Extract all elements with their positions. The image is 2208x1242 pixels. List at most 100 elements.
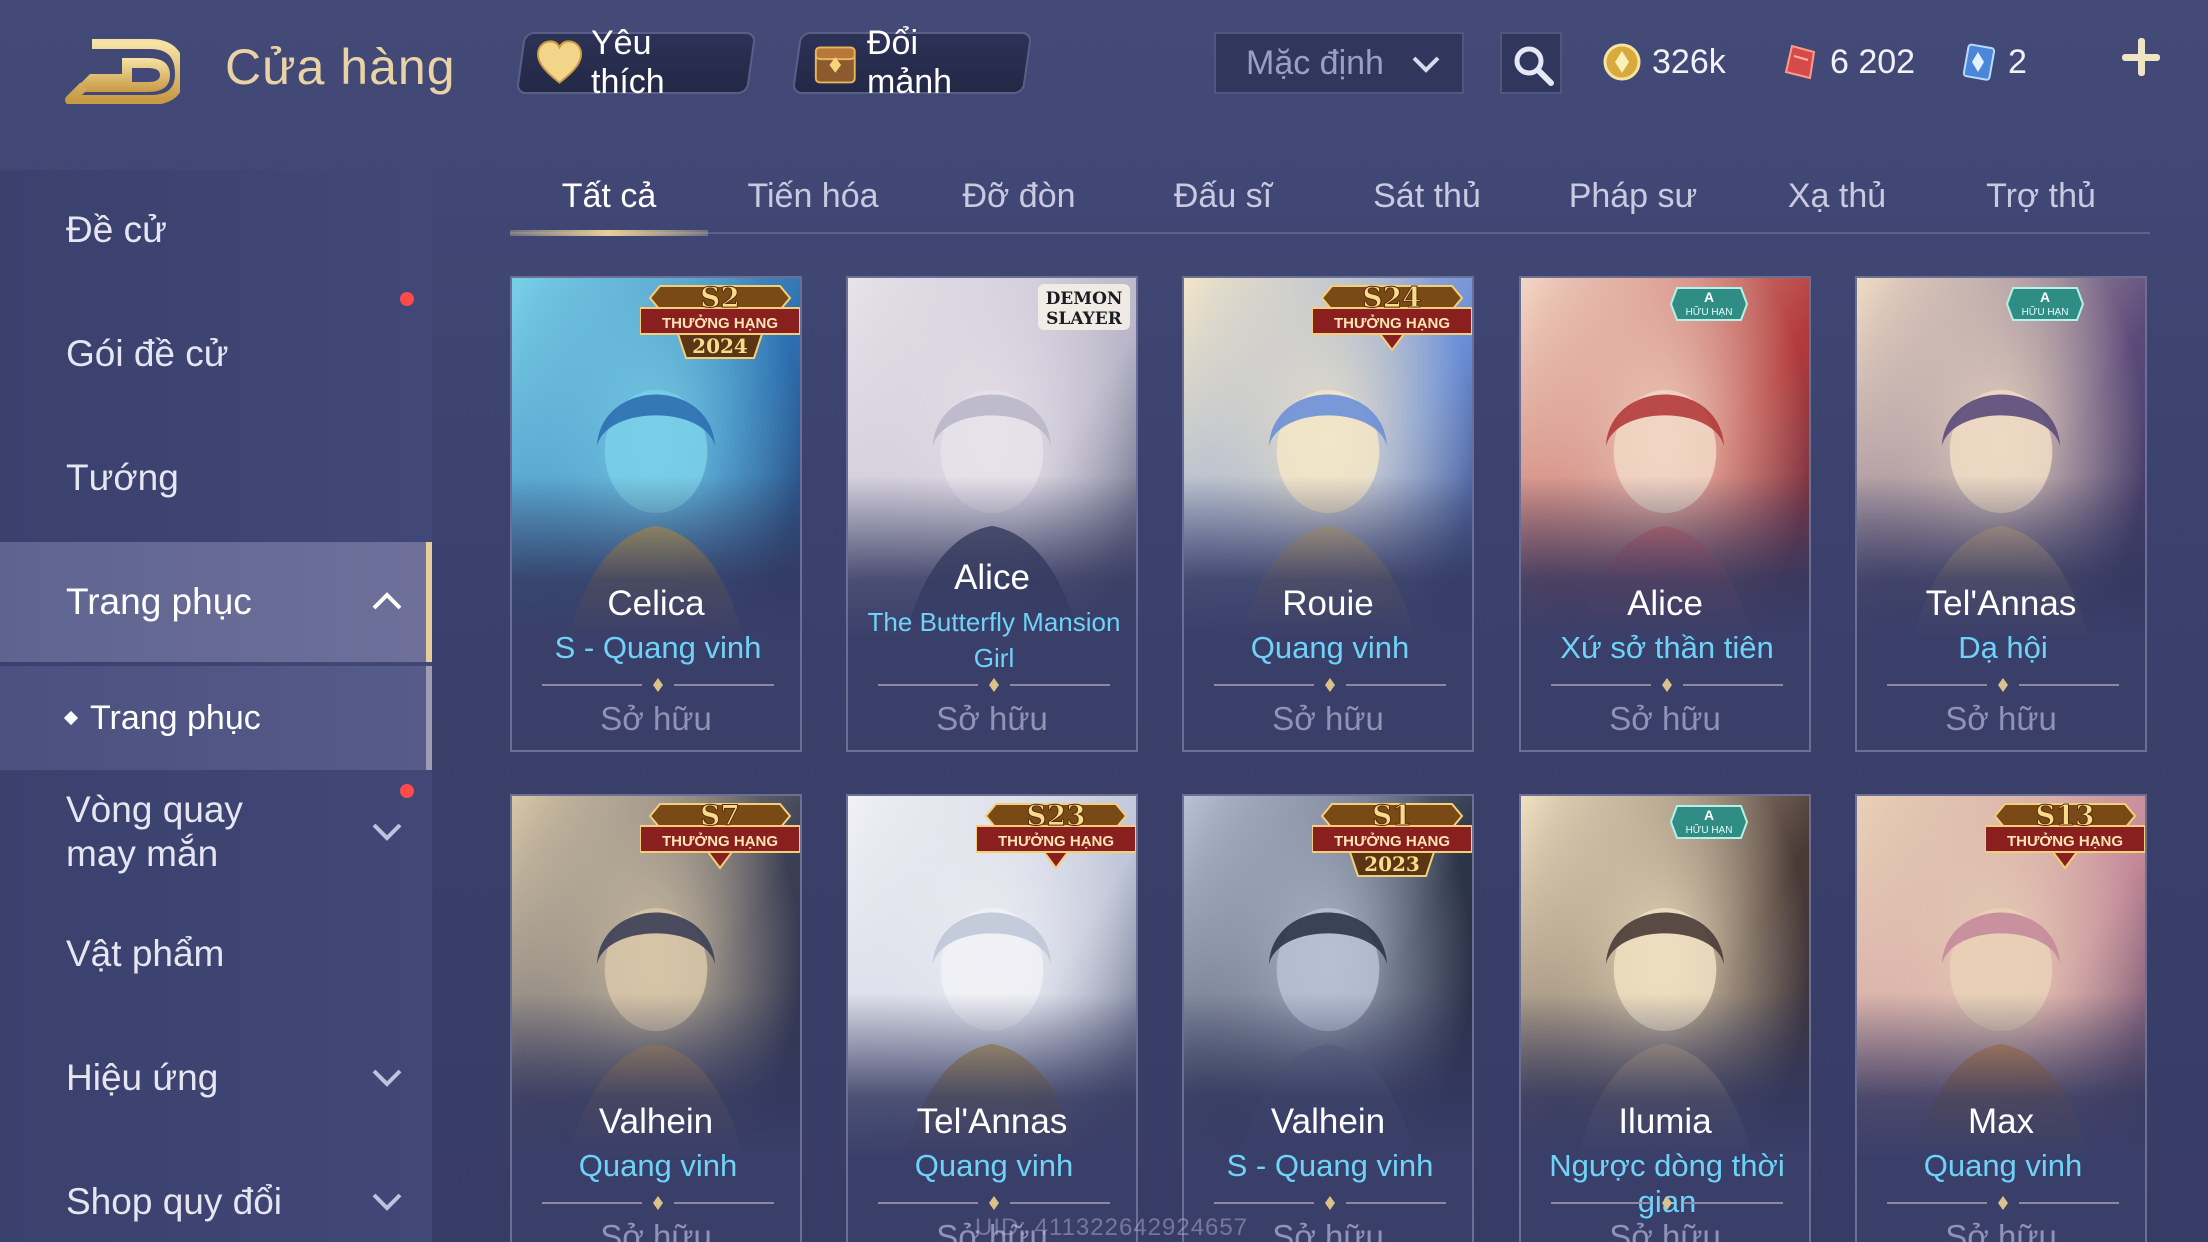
limited-badge: AHỮU HẠN (2005, 287, 2085, 321)
chevron-down-icon (372, 1069, 402, 1087)
hero-name: Rouie (1282, 584, 1374, 623)
sidebar-item-exchange-shop[interactable]: Shop quy đổi (0, 1142, 432, 1242)
collab-logo: DEMONSLAYER (1038, 284, 1130, 330)
search-button[interactable] (1500, 32, 1562, 94)
skin-name: Quang vinh (1250, 630, 1410, 665)
skin-name: Xứ sở thần tiên (1560, 630, 1774, 665)
tab-evolution[interactable]: Tiến hóa (714, 160, 912, 232)
chevron-down-icon (372, 1193, 402, 1211)
hero-name: Alice (954, 558, 1030, 597)
tab-all[interactable]: Tất cả (510, 160, 708, 236)
rank-reward-label: THƯỞNG HẠNG (662, 314, 778, 332)
sidebar-item-items[interactable]: Vật phẩm (0, 894, 432, 1014)
sidebar-item-lucky-wheel[interactable]: Vòng quay may mắn (0, 772, 432, 892)
limited-label: HỮU HẠN (1686, 823, 1733, 836)
sort-selected-value: Mặc định (1246, 43, 1384, 82)
gem-balance: 2 (1958, 38, 2027, 86)
skin-card[interactable]: S7 THƯỞNG HẠNG Valhein Quang vinh Sở hữu (510, 794, 802, 1242)
limited-label: HỮU HẠN (1686, 305, 1733, 318)
skin-card[interactable]: S23 THƯỞNG HẠNG Tel'Annas Quang vinh Sở hữu (846, 794, 1138, 1242)
tab-assassin[interactable]: Sát thủ (1328, 160, 1526, 232)
ornament-divider (1887, 678, 2119, 692)
owned-status: Sở hữu (1945, 700, 2057, 737)
skin-card[interactable]: DEMON SLAYER Alice The Butterfly Mansion Gi… (846, 276, 1138, 752)
category-tabs: Tất cả Tiến hóa Đỡ đòn Đấu sĩ Sát thủ Ph… (510, 160, 2150, 236)
sidebar-item-label: Đề cử (66, 209, 167, 250)
notification-dot (400, 292, 414, 306)
chevron-up-icon (372, 592, 402, 610)
season-rank-badge: S1THƯỞNG HẠNG 2023 (1312, 799, 1472, 877)
limited-grade-label: A (2040, 289, 2050, 305)
gold-coin-icon (1603, 43, 1641, 81)
fragment-chest-icon (814, 46, 856, 84)
bullet-icon (63, 710, 79, 726)
rank-reward-label: THƯỞNG HẠNG (1334, 832, 1450, 850)
skin-name: The Butterfly Mansion Girl (867, 607, 1121, 673)
ornament-divider (1214, 1196, 1446, 1210)
exchange-fragments-button[interactable]: Đổi mảnh (791, 24, 1033, 101)
skin-card[interactable]: AHỮU HẠNIlumiaNgược dòng thời gianSở hữu (1519, 794, 1811, 1242)
hero-name: Valhein (1270, 1102, 1386, 1141)
limited-label: HỮU HẠN (2022, 305, 2069, 318)
skin-card[interactable]: A HỮU HẠN Alice Xứ sở thần tiên Sở hữu (1519, 276, 1811, 752)
owned-status: Sở hữu (1272, 700, 1384, 737)
skin-name: S - Quang vinh (554, 630, 762, 665)
sidebar-subitem-label: Trang phục (90, 698, 261, 737)
skin-name: Dạ hội (1958, 630, 2048, 665)
hero-name: Tel'Annas (1925, 584, 2077, 623)
favorites-button[interactable]: Yêu thích (515, 24, 757, 101)
limited-grade-label: A (1704, 807, 1714, 823)
heart-icon (536, 40, 583, 84)
favorites-label: Yêu thích (591, 24, 665, 101)
sidebar-item-label: Tướng (66, 457, 179, 498)
skin-card[interactable]: S13 THƯỞNG HẠNG Max Quang vinh Sở hữu (1855, 794, 2147, 1242)
tab-fighter[interactable]: Đấu sĩ (1124, 160, 1322, 232)
add-currency-button[interactable] (2118, 34, 2164, 80)
gem-amount: 2 (2008, 42, 2027, 81)
gem-card-icon (1962, 43, 1996, 81)
skin-card[interactable]: A HỮU HẠN Tel'Annas Dạ hội Sở hữu (1855, 276, 2147, 752)
skin-card[interactable]: S24 THƯỞNG HẠNG Rouie Quang vinh Sở hữu (1182, 276, 1474, 752)
hero-name: Tel'Annas (916, 1102, 1068, 1141)
sidebar-item-featured-bundles[interactable]: Gói đề cử (0, 292, 432, 414)
skin-grid: S2 THƯỞNG HẠNG 2024 Celica S - Quang vinh Sở … (510, 276, 2150, 1242)
back-arrow-icon (65, 39, 185, 105)
tab-marksman[interactable]: Xạ thủ (1738, 160, 1936, 232)
sort-dropdown[interactable]: Mặc định (1214, 32, 1464, 94)
tab-mage[interactable]: Pháp sư (1534, 160, 1732, 232)
gold-balance: 326k (1602, 38, 1726, 86)
back-button[interactable] (62, 34, 185, 105)
skin-name: Quang vinh (914, 1148, 1074, 1183)
owned-status: Sở hữu (1945, 1218, 2057, 1242)
sidebar-item-skins[interactable]: Trang phục (0, 542, 432, 662)
hero-name: Max (1967, 1102, 2035, 1141)
sidebar-item-label: Trang phục (66, 581, 252, 622)
skin-name: Quang vinh (1923, 1148, 2083, 1183)
rank-reward-label: THƯỞNG HẠNG (2007, 832, 2123, 850)
hero-name: Valhein (598, 1102, 714, 1141)
sidebar-item-effects[interactable]: Hiệu ứng (0, 1018, 432, 1138)
tab-tank[interactable]: Đỡ đòn (920, 160, 1118, 232)
collab-logo-text: SLAYER (1046, 309, 1123, 329)
skin-card[interactable]: S1 THƯỞNG HẠNG 2023 Valhein S - Quang vinh Sở… (1182, 794, 1474, 1242)
chevron-down-icon (1412, 56, 1440, 73)
rank-reward-label: THƯỞNG HẠNG (1334, 314, 1450, 332)
skin-card[interactable]: S2 THƯỞNG HẠNG 2024 Celica S - Quang vinh Sở … (510, 276, 802, 752)
search-icon (1514, 46, 1554, 86)
sidebar-item-featured[interactable]: Đề cử (0, 170, 432, 290)
sidebar-subitem-skins[interactable]: Trang phục (0, 666, 432, 770)
season-year-label: 2024 (692, 334, 748, 358)
hero-name: Ilumia (1618, 1102, 1712, 1141)
owned-status: Sở hữu (1609, 700, 1721, 737)
chevron-down-icon (372, 823, 402, 841)
user-id-watermark: UID: 411322642924657 (975, 1214, 1249, 1241)
ornament-divider (1551, 678, 1783, 692)
season-rank-badge: S7THƯỞNG HẠNG (640, 799, 800, 870)
tab-support[interactable]: Trợ thủ (1942, 160, 2140, 232)
voucher-icon (1784, 44, 1816, 80)
owned-status: Sở hữu (600, 700, 712, 737)
ornament-divider (878, 1196, 1110, 1210)
sidebar-item-heroes[interactable]: Tướng (0, 418, 432, 538)
limited-badge: AHỮU HẠN (1669, 287, 1749, 321)
tabs-divider (510, 232, 2150, 234)
